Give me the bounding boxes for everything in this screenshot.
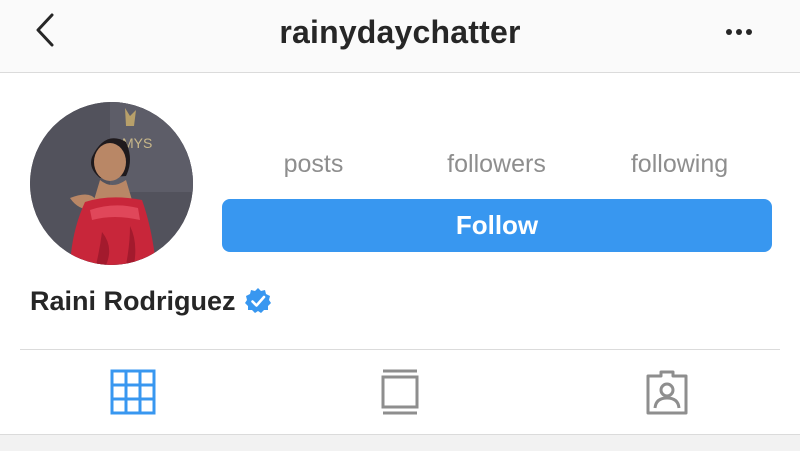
posts-stat[interactable]: posts: [222, 150, 405, 179]
page-title: rainydaychatter: [279, 14, 521, 50]
following-stat[interactable]: following: [588, 150, 771, 179]
avatar[interactable]: MYS: [30, 102, 193, 265]
top-bar: rainydaychatter: [0, 0, 800, 73]
verified-badge-icon: [244, 288, 271, 313]
profile-name: Raini Rodriguez: [30, 285, 236, 316]
tagged-icon[interactable]: [642, 366, 692, 418]
grid-preview-edge: [0, 434, 800, 451]
grid-icon[interactable]: [108, 366, 158, 418]
profile-stats: posts followers following: [222, 150, 772, 186]
feed-icon[interactable]: [375, 366, 425, 418]
follow-button[interactable]: Follow: [222, 199, 772, 252]
more-horizontal-icon[interactable]: [718, 22, 760, 42]
followers-stat[interactable]: followers: [405, 150, 588, 179]
profile-name-row: Raini Rodriguez: [30, 283, 272, 319]
section-divider: [20, 349, 780, 350]
